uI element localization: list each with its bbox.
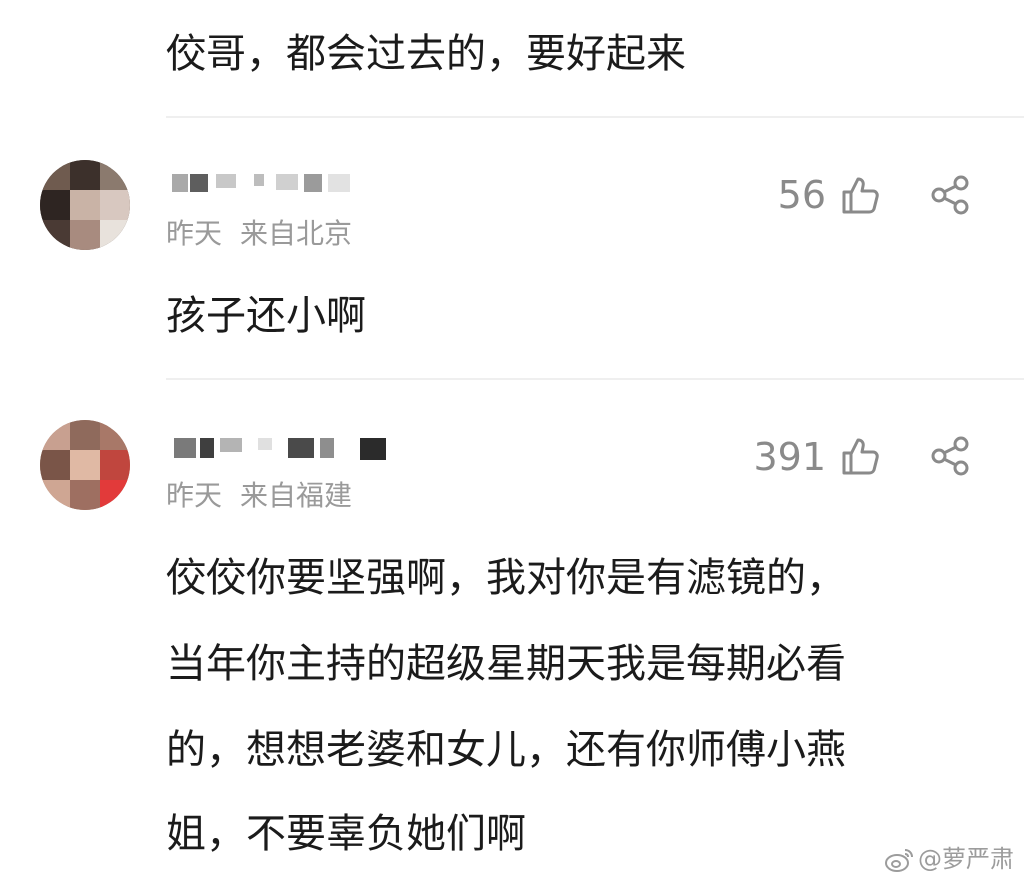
avatar[interactable] xyxy=(40,160,130,250)
comment-text-line: 的，想想老婆和女儿，还有你师傅小燕 xyxy=(166,727,846,773)
comment-divider xyxy=(166,116,1024,118)
comment-meta: 昨天 来自北京 xyxy=(166,218,352,250)
like-count: 56 xyxy=(777,173,826,217)
comment-text-line: 当年你主持的超级星期天我是每期必看 xyxy=(166,641,846,687)
like-count: 391 xyxy=(753,435,826,479)
watermark: @萝严肃 xyxy=(884,845,1014,873)
username[interactable] xyxy=(168,432,398,462)
comment-text-line: 佼佼你要坚强啊，我对你是有滤镜的， xyxy=(166,555,846,601)
comment-date: 昨天 xyxy=(166,217,223,250)
comment-text: 孩子还小啊 xyxy=(166,293,366,339)
thumbs-up-icon[interactable] xyxy=(838,173,882,217)
comment-divider xyxy=(166,378,1024,380)
comment-meta: 昨天 来自福建 xyxy=(166,480,352,512)
comment-text-line: 姐，不要辜负她们啊 xyxy=(166,811,526,857)
watermark-text: @萝严肃 xyxy=(918,845,1014,873)
avatar[interactable] xyxy=(40,420,130,510)
comment-location: 来自福建 xyxy=(240,479,353,512)
comment-date: 昨天 xyxy=(166,479,223,512)
share-icon[interactable] xyxy=(928,173,972,217)
share-icon[interactable] xyxy=(928,434,972,478)
username[interactable] xyxy=(168,168,398,198)
comment-text: 佼哥，都会过去的，要好起来 xyxy=(166,31,686,77)
comment-location: 来自北京 xyxy=(240,217,353,250)
thumbs-up-icon[interactable] xyxy=(838,434,882,478)
weibo-logo-icon xyxy=(884,847,914,873)
